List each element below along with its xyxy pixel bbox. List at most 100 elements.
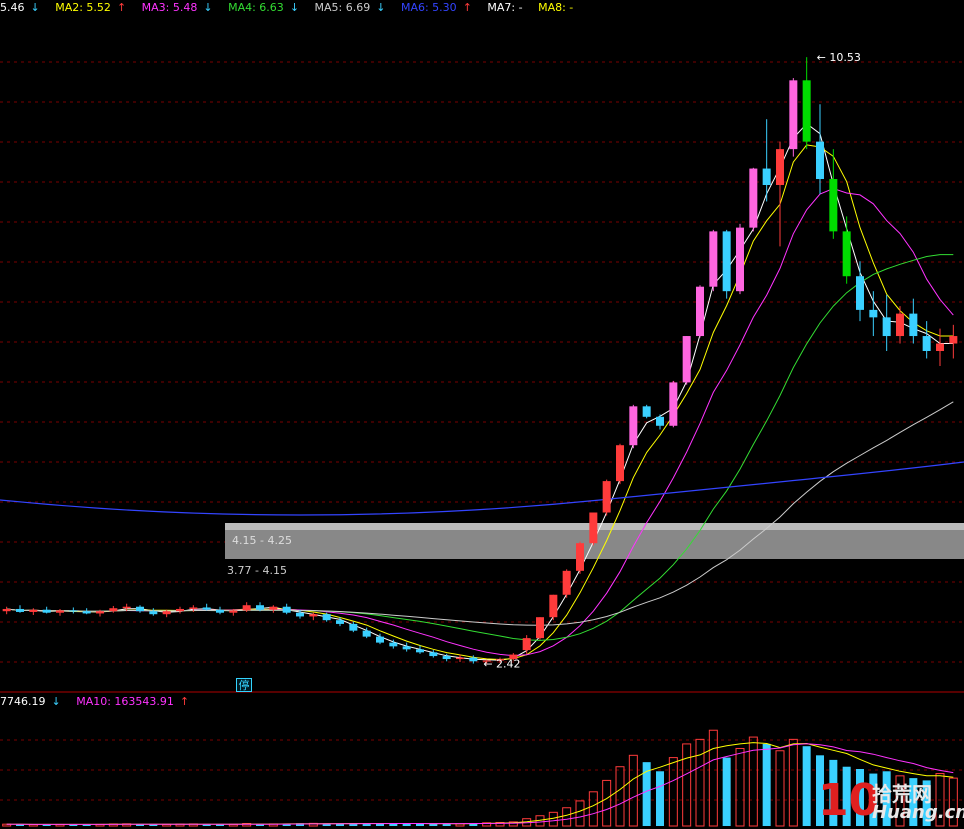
candle-body: [749, 168, 758, 228]
zone-label: 4.15 - 4.25: [232, 534, 292, 547]
candle-body: [736, 227, 744, 292]
volume-bar: [802, 746, 811, 826]
candle-body: [896, 313, 904, 337]
legend-vol-ma10: MA10: 163543.91 ↑: [76, 695, 190, 708]
candle-body: [389, 642, 398, 647]
volume-bar: [575, 800, 585, 827]
candle-body: [162, 611, 171, 615]
volume-bar: [695, 738, 705, 827]
candles: [2, 57, 958, 664]
volume-bar: [708, 729, 718, 827]
candle-body: [829, 179, 838, 232]
candle-body: [136, 606, 144, 612]
volume-bar: [588, 791, 598, 827]
candle-body: [416, 649, 424, 653]
legend-vol1: 7746.19 ↓: [0, 695, 61, 708]
candle-body: [922, 336, 931, 351]
candle-body: [202, 607, 211, 610]
legend-ma7: MA7: -: [487, 1, 523, 14]
candle-body: [789, 80, 798, 150]
ma-line: [6, 254, 954, 641]
moving-average-lines: [0, 123, 964, 661]
candle-body: [909, 313, 918, 337]
volume-bar: [562, 807, 572, 827]
candle-body: [296, 612, 304, 617]
candle-body: [776, 149, 784, 186]
volume-bar: [656, 771, 664, 826]
candle-body: [589, 512, 598, 544]
volume-bar: [682, 743, 692, 827]
volume-legend: 7746.19 ↓ MA10: 163543.91 ↑: [0, 694, 201, 710]
candle-body: [522, 638, 531, 651]
volume-ma-line: [6, 742, 954, 825]
candle-body: [656, 416, 664, 426]
candle-body: [42, 609, 51, 613]
legend-ma8: MA8: -: [538, 1, 574, 14]
watermark-en: Huang.cn: [872, 802, 964, 823]
volume-bar: [722, 757, 731, 826]
candle-body: [362, 630, 371, 637]
volume-bar: [775, 750, 785, 827]
candle-body: [242, 605, 251, 611]
ma-line-long: [0, 461, 964, 516]
candle-body: [336, 620, 344, 624]
price-legend: 5.46 ↓ MA2: 5.52 ↑ MA3: 5.48 ↓ MA4: 6.63 ↓ M…: [0, 0, 585, 16]
candle-body: [629, 406, 638, 446]
suspension-tag: 停: [236, 678, 252, 692]
volume-ma-lines: [6, 742, 954, 825]
legend-ma6: MA6: 5.30 ↑: [400, 1, 472, 14]
candle-body: [949, 336, 958, 344]
volume-bar: [788, 738, 798, 827]
candle-body: [442, 656, 451, 660]
candle-body: [562, 570, 571, 595]
volume-bar: [735, 747, 745, 827]
legend-ma5: MA5: 6.69 ↓: [314, 1, 386, 14]
price-annotation: ← 10.53: [817, 51, 861, 64]
candle-body: [376, 636, 384, 643]
legend-ma3: MA3: 5.48 ↓: [141, 1, 213, 14]
candle-body: [549, 594, 558, 618]
volume-bar: [548, 811, 558, 827]
volume-bar: [416, 823, 424, 826]
volume-bar: [615, 766, 625, 827]
candle-body: [282, 606, 291, 613]
candle-body: [802, 80, 811, 142]
candle-body: [29, 609, 38, 612]
volume-bar: [668, 757, 678, 827]
site-watermark: 10 拾荒网 Huang.cn: [818, 775, 964, 826]
candle-body: [269, 606, 278, 610]
volume-ma-line: [6, 743, 954, 825]
legend-ma1: 5.46 ↓: [0, 1, 40, 14]
candle-body: [536, 617, 544, 639]
candle-body: [69, 610, 78, 612]
volume-bar: [762, 743, 771, 826]
legend-ma4: MA4: 6.63 ↓: [228, 1, 300, 14]
candle-body: [669, 382, 678, 426]
candle-body: [469, 657, 478, 662]
candle-body: [602, 481, 611, 513]
candle-body: [642, 406, 651, 417]
candle-body: [229, 610, 238, 613]
price-annotations: ← 10.53 ← 2.42: [483, 51, 861, 670]
volume-bar: [628, 754, 638, 827]
candle-body: [176, 608, 184, 612]
candle-body: [842, 231, 851, 277]
candle-body: [149, 611, 158, 615]
candle-body: [696, 286, 704, 337]
candle-body: [456, 657, 464, 660]
candle-body: [96, 611, 104, 614]
candle-body: [56, 610, 64, 613]
candle-body: [256, 605, 264, 610]
candle-body: [189, 607, 198, 609]
candle-body: [882, 317, 891, 337]
candle-body: [16, 608, 24, 612]
candle-body: [2, 608, 11, 612]
candle-body: [682, 336, 691, 383]
candle-body: [722, 231, 731, 292]
candle-body: [856, 276, 864, 310]
zone-label: 3.77 - 4.15: [227, 564, 287, 577]
watermark-number: 10: [818, 775, 880, 826]
candle-body: [109, 608, 118, 612]
candle-body: [762, 168, 771, 186]
candle-body: [616, 445, 624, 482]
